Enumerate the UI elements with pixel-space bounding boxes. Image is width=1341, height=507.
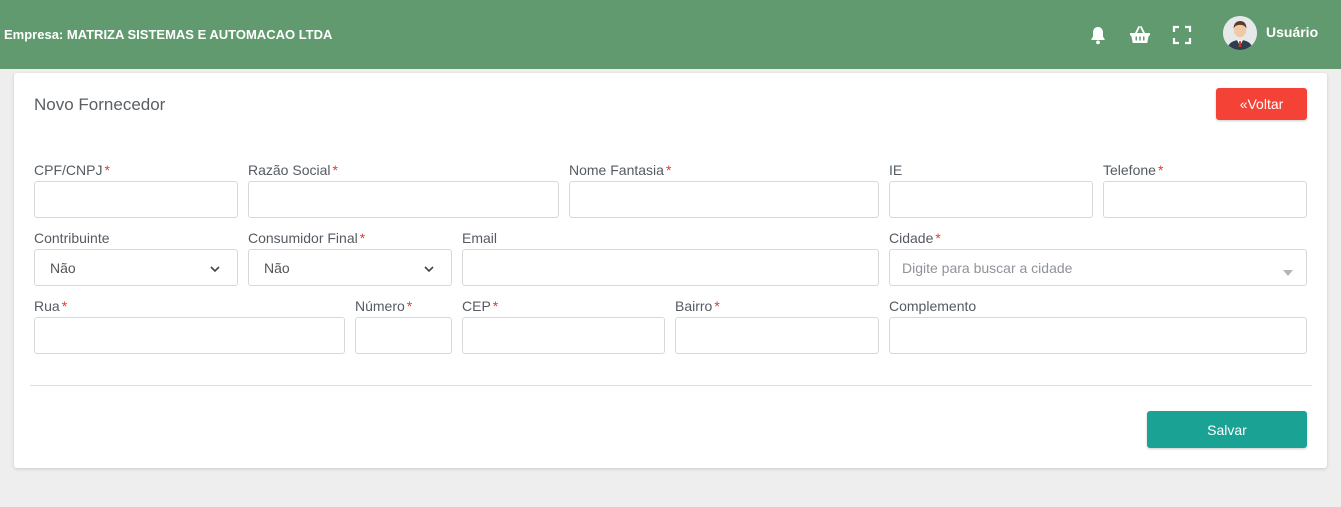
rua-label: Rua * [34, 298, 68, 314]
chevron-down-icon [209, 262, 221, 280]
bairro-input[interactable] [675, 317, 879, 354]
consumidor-select[interactable]: Não [248, 249, 452, 286]
cpf-input[interactable] [34, 181, 238, 218]
telefone-input[interactable] [1103, 181, 1307, 218]
fullscreen-icon[interactable] [1171, 24, 1193, 46]
telefone-label: Telefone * [1103, 162, 1164, 178]
page-title: Novo Fornecedor [34, 95, 166, 114]
top-bar: Empresa: MATRIZA SISTEMAS E AUTOMACAO LT… [0, 0, 1341, 69]
basket-icon[interactable] [1129, 24, 1151, 46]
save-button[interactable]: Salvar [1147, 411, 1307, 448]
complemento-input[interactable] [889, 317, 1307, 354]
back-button[interactable]: «Voltar [1216, 88, 1307, 120]
bairro-label: Bairro * [675, 298, 720, 314]
supplier-form-card: Novo Fornecedor «Voltar CPF/CNPJ * Razão … [14, 73, 1327, 468]
cidade-placeholder: Digite para buscar a cidade [902, 260, 1073, 276]
form-divider [30, 385, 1312, 386]
fantasia-input[interactable] [569, 181, 879, 218]
cpf-label: CPF/CNPJ * [34, 162, 110, 178]
user-name[interactable]: Usuário [1266, 24, 1318, 40]
company-name: Empresa: MATRIZA SISTEMAS E AUTOMACAO LT… [4, 27, 333, 42]
consumidor-value: Não [264, 260, 290, 276]
fantasia-label: Nome Fantasia * [569, 162, 672, 178]
numero-input[interactable] [355, 317, 452, 354]
ie-input[interactable] [889, 181, 1093, 218]
numero-label: Número * [355, 298, 413, 314]
cidade-label: Cidade * [889, 230, 941, 246]
caret-down-icon [1282, 264, 1294, 282]
email-label: Email [462, 230, 498, 246]
contribuinte-value: Não [50, 260, 76, 276]
email-input[interactable] [462, 249, 879, 286]
cep-label: CEP * [462, 298, 499, 314]
cep-input[interactable] [462, 317, 665, 354]
contribuinte-label: Contribuinte [34, 230, 110, 246]
razao-label: Razão Social * [248, 162, 338, 178]
chevron-down-icon [423, 262, 435, 280]
cidade-select[interactable]: Digite para buscar a cidade [889, 249, 1307, 286]
consumidor-label: Consumidor Final * [248, 230, 366, 246]
contribuinte-select[interactable]: Não [34, 249, 238, 286]
razao-input[interactable] [248, 181, 559, 218]
complemento-label: Complemento [889, 298, 977, 314]
ie-label: IE [889, 162, 903, 178]
rua-input[interactable] [34, 317, 345, 354]
user-avatar[interactable] [1223, 16, 1257, 50]
bell-icon[interactable] [1087, 24, 1109, 46]
